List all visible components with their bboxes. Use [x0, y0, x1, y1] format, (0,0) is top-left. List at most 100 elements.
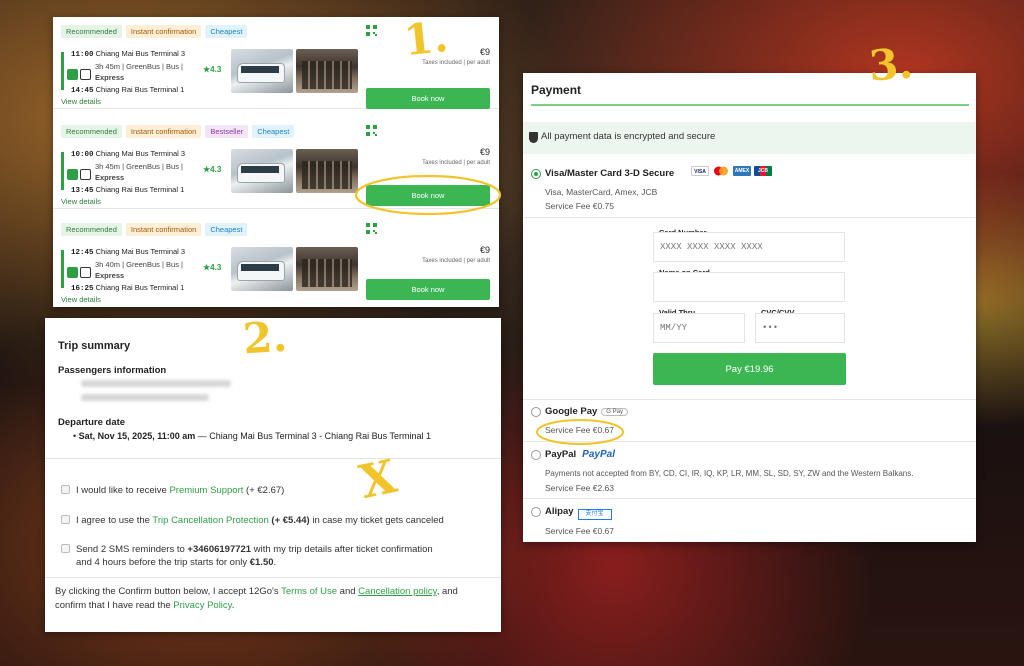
card-radio[interactable]: [531, 169, 541, 179]
option-text: with my trip details after ticket confir…: [251, 544, 433, 555]
bus-interior-photo[interactable]: [296, 49, 358, 93]
view-details-link[interactable]: View details: [61, 97, 101, 106]
bus-interior-photo[interactable]: [296, 149, 358, 193]
legal-text: confirm that I have read the: [55, 600, 174, 611]
taxes-note: Taxes included | per adult: [422, 258, 490, 264]
badge-recommended: Recommended: [61, 223, 122, 236]
passengers-heading: Passengers information: [58, 365, 167, 376]
operator-logo-icon: [67, 69, 78, 80]
arrival-time: 14:45: [71, 87, 94, 95]
legal-text: and: [337, 586, 359, 597]
trip-badges: Recommended Instant confirmation Cheapes…: [61, 223, 248, 236]
book-now-button[interactable]: Book now: [366, 185, 490, 206]
trip-class: Express: [95, 271, 125, 280]
divider: [523, 498, 976, 499]
bus-exterior-photo[interactable]: [231, 247, 293, 291]
departure-station: Chiang Mai Bus Terminal 3: [95, 149, 186, 158]
badge-recommended: Recommended: [61, 125, 122, 138]
paypal-radio[interactable]: [531, 450, 541, 460]
paypal-service-fee: Service Fee €2.63: [545, 483, 614, 493]
divider: [45, 577, 501, 578]
card-number-input[interactable]: [653, 232, 845, 262]
secure-banner: All payment data is encrypted and secure: [523, 122, 976, 154]
trip-badges: Recommended Instant confirmation Bestsel…: [61, 125, 295, 138]
privacy-policy-link[interactable]: Privacy Policy: [173, 600, 231, 611]
cancellation-protection-price: (+ €5.44): [268, 515, 310, 526]
badge-cheapest: Cheapest: [205, 25, 248, 38]
cancellation-protection-checkbox[interactable]: [61, 515, 70, 524]
alipay-service-fee: Service Fee €0.67: [545, 526, 614, 536]
book-now-button[interactable]: Book now: [366, 279, 490, 300]
payment-panel: Payment All payment data is encrypted an…: [523, 73, 976, 542]
sms-reminder-checkbox[interactable]: [61, 544, 70, 553]
departure-station: Chiang Mai Bus Terminal 3: [95, 49, 186, 58]
departure-heading: Departure date: [58, 417, 126, 428]
badge-instant-confirmation: Instant confirmation: [125, 125, 202, 138]
premium-support-option[interactable]: I would like to receive Premium Support …: [61, 484, 284, 497]
alipay-logo-icon: 支付宝: [577, 509, 612, 520]
blurred-passenger: [81, 380, 231, 387]
step-annotation: 2.: [241, 311, 289, 364]
departure-route: — Chiang Mai Bus Terminal 3 - Chiang Rai…: [195, 431, 432, 441]
phone-number: +34606197721: [187, 544, 252, 555]
cancellation-policy-link[interactable]: Cancellation policy: [358, 586, 437, 597]
departure-info: • Sat, Nov 15, 2025, 11:00 am — Chiang M…: [73, 431, 432, 441]
option-text: Send 2 SMS reminders to: [76, 544, 188, 555]
badge-bestseller: Bestseller: [205, 125, 249, 138]
book-now-button[interactable]: Book now: [366, 88, 490, 109]
trip-badges: Recommended Instant confirmation Cheapes…: [61, 25, 248, 38]
premium-support-checkbox[interactable]: [61, 485, 70, 494]
blurred-passenger: [81, 394, 209, 401]
premium-support-price: (+ €2.67): [243, 485, 285, 496]
terms-of-use-link[interactable]: Terms of Use: [281, 586, 337, 597]
bus-icon: [80, 69, 91, 80]
view-details-link[interactable]: View details: [61, 197, 101, 206]
cancellation-protection-option[interactable]: I agree to use the Trip Cancellation Pro…: [61, 514, 444, 527]
view-details-link[interactable]: View details: [61, 295, 101, 304]
shield-icon: [529, 132, 538, 143]
pay-button[interactable]: Pay €19.96: [653, 353, 846, 385]
card-logos: VISA AMEX JCB: [691, 166, 772, 176]
trip-details: 3h 40m | GreenBus | Bus |: [95, 260, 183, 269]
trip-card[interactable]: Recommended Instant confirmation Cheapes…: [53, 215, 499, 307]
trip-summary-title: Trip summary: [58, 340, 131, 352]
google-pay-service-fee: Service Fee €0.67: [545, 425, 614, 435]
rating: ★4.3: [203, 165, 221, 174]
cancellation-protection-link[interactable]: Trip Cancellation Protection: [152, 515, 268, 526]
premium-support-link[interactable]: Premium Support: [169, 485, 243, 496]
divider: [523, 399, 976, 400]
badge-cheapest: Cheapest: [205, 223, 248, 236]
visa-icon: VISA: [691, 166, 709, 176]
paypal-label: PayPal: [545, 449, 577, 460]
rating-value: 4.3: [210, 65, 222, 74]
jcb-icon: JCB: [754, 166, 772, 176]
arrival-station: Chiang Rai Bus Terminal 1: [95, 185, 185, 194]
rating: ★4.3: [203, 65, 221, 74]
bus-exterior-photo[interactable]: [231, 149, 293, 193]
sms-reminder-option[interactable]: Send 2 SMS reminders to +34606197721 wit…: [61, 543, 433, 569]
cvc-input[interactable]: [755, 313, 845, 343]
bus-exterior-photo[interactable]: [231, 49, 293, 93]
operator-logo-icon: [67, 169, 78, 180]
name-on-card-input[interactable]: [653, 272, 845, 302]
bus-interior-photo[interactable]: [296, 247, 358, 291]
card-types: Visa, MasterCard, Amex, JCB: [545, 187, 658, 197]
rating: ★4.3: [203, 263, 221, 272]
valid-thru-input[interactable]: [653, 313, 745, 343]
arrival-station: Chiang Rai Bus Terminal 1: [95, 85, 185, 94]
trip-card[interactable]: Recommended Instant confirmation Bestsel…: [53, 117, 499, 209]
divider: [523, 217, 976, 218]
step-annotation: 1.: [401, 11, 451, 66]
paypal-restrictions: Payments not accepted from BY, CD, CI, I…: [545, 469, 914, 478]
legal-text: By clicking the Confirm button below, I …: [55, 586, 282, 597]
option-text: I agree to use the: [76, 515, 153, 526]
trip-price: €9: [479, 245, 490, 255]
badge-cheapest: Cheapest: [252, 125, 295, 138]
option-text: .: [273, 557, 277, 568]
google-pay-radio[interactable]: [531, 407, 541, 417]
bus-icon: [80, 267, 91, 278]
qr-code-icon: [366, 25, 377, 36]
qr-code-icon: [366, 223, 377, 234]
legal-notice: By clicking the Confirm button below, I …: [55, 585, 495, 613]
alipay-radio[interactable]: [531, 507, 541, 517]
